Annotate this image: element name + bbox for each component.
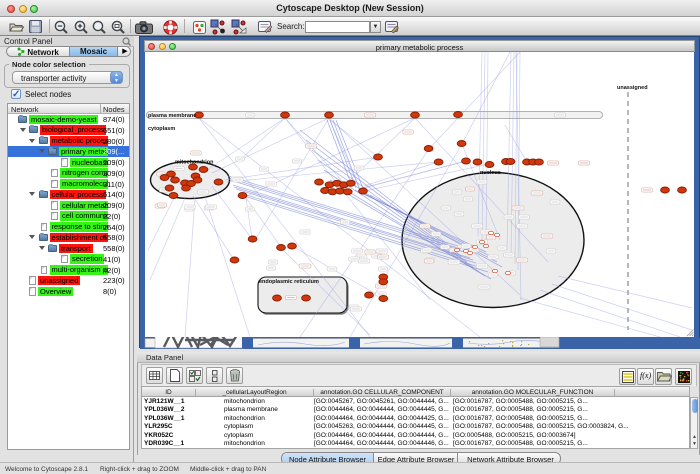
svg-text:unassigned: unassigned xyxy=(617,85,648,91)
svg-text:cytoplasm: cytoplasm xyxy=(148,126,175,132)
svg-text:mitochondrion: mitochondrion xyxy=(175,160,214,166)
svg-text:nucleus: nucleus xyxy=(480,170,501,176)
svg-text:endoplasmic reticulum: endoplasmic reticulum xyxy=(259,279,319,285)
svg-text:plasma membrane: plasma membrane xyxy=(148,113,196,119)
